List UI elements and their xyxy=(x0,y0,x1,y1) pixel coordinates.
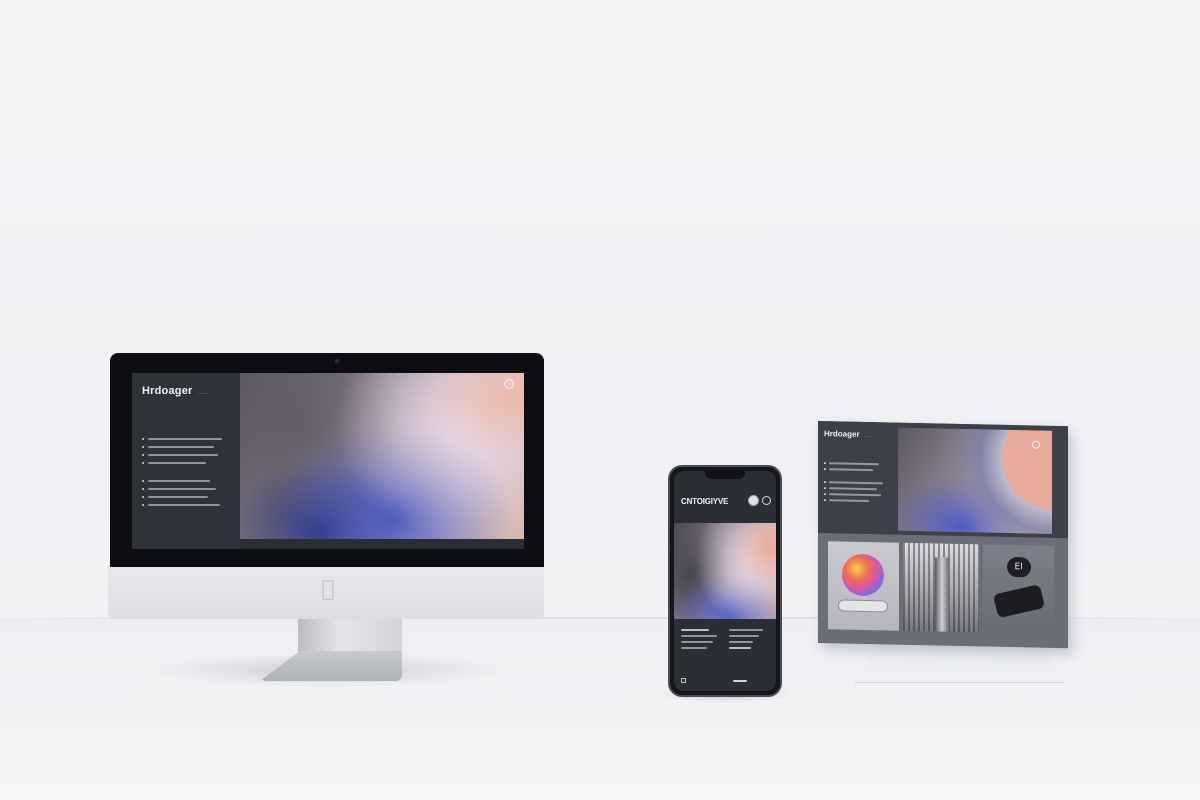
text-placeholder xyxy=(829,468,873,472)
text-placeholder xyxy=(829,499,869,503)
desktop-brand: Hrdoager xyxy=(142,385,193,397)
board-hero-image xyxy=(898,427,1052,534)
monitor-stand-neck xyxy=(298,615,402,655)
text-placeholder xyxy=(681,635,717,637)
board-nav-list xyxy=(824,460,890,504)
apple-logo-icon:  xyxy=(318,579,338,601)
text-placeholder xyxy=(729,629,763,631)
desktop-sidebar: Hrdoager — — xyxy=(132,373,240,549)
monitor-bezel: Hrdoager — — xyxy=(110,353,544,567)
list-item[interactable] xyxy=(142,443,230,451)
circle-icon xyxy=(1032,440,1040,449)
desktop-menu-button[interactable] xyxy=(504,379,514,389)
bullet-icon xyxy=(824,462,826,465)
text-placeholder xyxy=(829,493,881,497)
desktop-subtitle: — — xyxy=(198,390,208,395)
list-item xyxy=(824,497,890,504)
board-sidebar: Hrdoager — — xyxy=(818,421,896,535)
phone-hero-image xyxy=(674,523,776,619)
avatar[interactable] xyxy=(748,495,759,506)
tile-device: EI xyxy=(982,544,1054,634)
bullet-icon xyxy=(824,499,826,502)
list-item[interactable] xyxy=(142,477,230,485)
phone-title: CNTOIGIYVE xyxy=(681,496,729,506)
tower-image xyxy=(935,557,950,632)
device-image xyxy=(838,599,888,613)
list-item[interactable] xyxy=(142,493,230,501)
info-column xyxy=(729,629,769,653)
text-placeholder xyxy=(148,504,220,506)
list-item[interactable] xyxy=(142,451,230,459)
desktop-monitor:  Hrdoager — — xyxy=(108,353,544,687)
phone-bottom-bar xyxy=(681,678,771,684)
text-placeholder xyxy=(681,641,713,643)
list-item[interactable] xyxy=(142,459,230,467)
text-placeholder xyxy=(681,647,707,649)
board-subtitle: — — xyxy=(863,433,871,439)
bullet-icon xyxy=(824,487,826,490)
bullet-icon xyxy=(142,480,144,482)
board-brand: Hrdoager xyxy=(824,429,860,439)
bullet-icon xyxy=(142,462,144,464)
list-item[interactable] xyxy=(142,435,230,443)
text-placeholder xyxy=(829,462,879,466)
menu-icon[interactable] xyxy=(762,496,771,505)
orb-image xyxy=(842,553,884,597)
text-placeholder xyxy=(148,496,208,498)
text-placeholder xyxy=(829,481,883,485)
phone-info xyxy=(681,629,771,669)
bullet-icon xyxy=(142,438,144,440)
list-item[interactable] xyxy=(142,501,230,509)
phone-header: CNTOIGIYVE xyxy=(681,495,771,507)
text-placeholder xyxy=(681,629,709,631)
camera-icon xyxy=(335,359,339,363)
bullet-icon xyxy=(142,496,144,498)
text-placeholder xyxy=(148,446,214,448)
home-indicator[interactable] xyxy=(733,680,747,682)
bullet-icon xyxy=(142,454,144,456)
bullet-icon xyxy=(824,481,826,484)
bullet-icon xyxy=(824,468,826,471)
bullet-icon xyxy=(142,504,144,506)
text-placeholder xyxy=(148,462,206,464)
phone-notch xyxy=(705,471,745,479)
phone-body: CNTOIGIYVE xyxy=(668,465,782,697)
list-item[interactable] xyxy=(142,485,230,493)
text-placeholder xyxy=(148,454,218,456)
board-logo: Hrdoager — — xyxy=(824,429,890,439)
bullet-icon xyxy=(142,446,144,448)
desktop-hero-image xyxy=(235,373,524,539)
board-header-section: Hrdoager — — xyxy=(818,421,1068,539)
desktop-nav-list xyxy=(142,435,230,509)
text-placeholder xyxy=(829,487,877,491)
handheld-device-image xyxy=(992,584,1045,619)
mobile-phone: CNTOIGIYVE xyxy=(658,465,792,703)
phone-screen: CNTOIGIYVE xyxy=(674,471,776,691)
bullet-icon xyxy=(824,493,826,496)
text-placeholder xyxy=(729,647,751,649)
tab-icon[interactable] xyxy=(681,678,686,683)
desktop-screen: Hrdoager — — xyxy=(132,373,524,549)
tile-badge: EI xyxy=(1006,556,1031,578)
tile-building xyxy=(903,542,979,633)
bullet-icon xyxy=(142,488,144,490)
text-placeholder xyxy=(148,480,210,482)
desktop-logo: Hrdoager — — xyxy=(142,385,230,397)
display-board: Hrdoager — — EI xyxy=(818,421,1070,683)
text-placeholder xyxy=(729,635,759,637)
text-placeholder xyxy=(729,641,753,643)
info-column xyxy=(681,629,721,653)
text-placeholder xyxy=(148,488,216,490)
tile-colorful-orb xyxy=(828,541,900,631)
board-image-tiles: EI xyxy=(828,541,1054,636)
board-panel: Hrdoager — — EI xyxy=(818,421,1068,649)
text-placeholder xyxy=(148,438,222,440)
